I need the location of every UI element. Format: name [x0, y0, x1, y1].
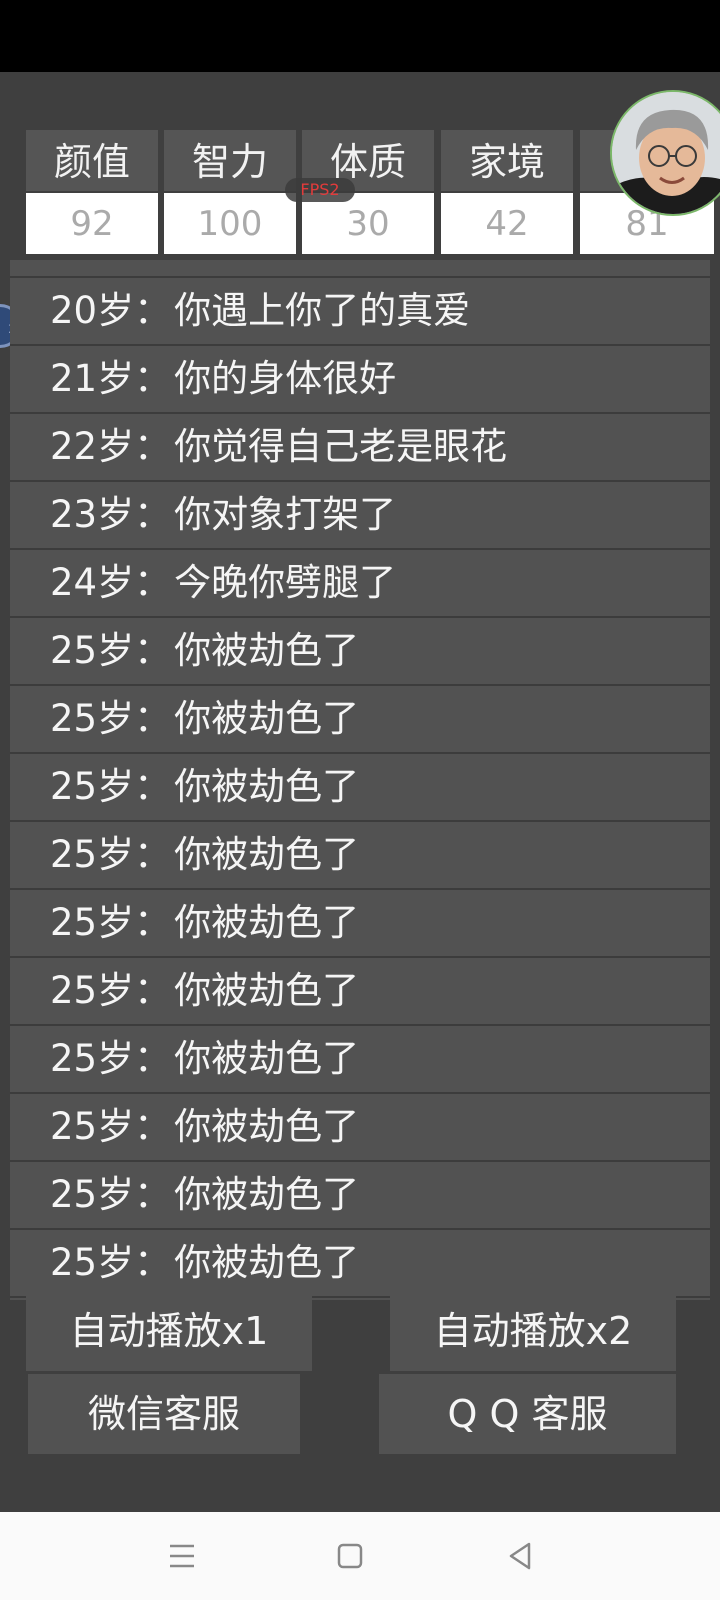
stat-label: 颜值: [26, 130, 158, 191]
log-text: 你被劫色了: [174, 833, 360, 876]
log-row: 20岁：你遇上你了的真爱: [10, 278, 710, 346]
log-text: 你被劫色了: [174, 629, 360, 672]
stat-value: 100: [164, 193, 296, 254]
log-row: 25岁：你被劫色了: [10, 1162, 710, 1230]
log-colon: ：: [134, 425, 172, 468]
log-row: 24岁：今晚你劈腿了: [10, 550, 710, 618]
system-nav-bar: [0, 1512, 720, 1600]
log-age: 25岁: [50, 765, 135, 808]
log-row: 23岁：你对象打架了: [10, 482, 710, 550]
log-row: 25岁：你被劫色了: [10, 822, 710, 890]
log-text: 今晚你劈腿了: [174, 561, 397, 604]
log-row: 25岁：你被劫色了: [10, 890, 710, 958]
log-age: 20岁: [50, 289, 135, 332]
log-text: 你的身体很好: [174, 357, 397, 400]
back-icon[interactable]: [498, 1534, 542, 1578]
avatar-image: [612, 92, 720, 214]
log-text: 你被劫色了: [174, 1241, 360, 1284]
log-age: 25岁: [50, 1105, 135, 1148]
log-colon: ：: [134, 357, 172, 400]
log-age: 25岁: [50, 1037, 135, 1080]
stat-appearance: 颜值 92: [26, 130, 158, 254]
autoplay-x2-button[interactable]: 自动播放x2: [390, 1291, 676, 1371]
qq-support-button[interactable]: Q Q 客服: [379, 1374, 676, 1454]
log-age: 25岁: [50, 697, 135, 740]
log-colon: ：: [134, 697, 172, 740]
log-text: 你被劫色了: [174, 1105, 360, 1148]
log-row: 25岁：你被劫色了: [10, 958, 710, 1026]
log-row: 22岁：你觉得自己老是眼花: [10, 414, 710, 482]
log-colon: ：: [134, 289, 172, 332]
log-text: 你觉得自己老是眼花: [174, 425, 508, 468]
log-colon: ：: [134, 629, 172, 672]
log-colon: ：: [134, 1173, 172, 1216]
log-colon: ：: [134, 1241, 172, 1284]
stat-intelligence: 智力 100: [164, 130, 296, 254]
log-row: 25岁：你被劫色了: [10, 618, 710, 686]
menu-icon[interactable]: [160, 1534, 204, 1578]
wechat-support-button[interactable]: 微信客服: [28, 1374, 300, 1454]
stat-value: 30: [302, 193, 434, 254]
home-icon[interactable]: [328, 1534, 372, 1578]
stat-value: 42: [441, 193, 573, 254]
log-age: 22岁: [50, 425, 135, 468]
log-text: 你对象打架了: [174, 493, 397, 536]
log-colon: ：: [134, 561, 172, 604]
stat-value: 92: [26, 193, 158, 254]
log-row: 25岁：你被劫色了: [10, 686, 710, 754]
log-text: 你被劫色了: [174, 969, 360, 1012]
log-text: 你被劫色了: [174, 901, 360, 944]
log-colon: ：: [134, 1105, 172, 1148]
log-age: 25岁: [50, 901, 135, 944]
log-age: 21岁: [50, 357, 135, 400]
stat-family: 家境 42: [441, 130, 573, 254]
log-row: 25岁：你被劫色了: [10, 754, 710, 822]
log-row: 25岁：你被劫色了: [10, 1230, 710, 1298]
log-age: 25岁: [50, 629, 135, 672]
stat-label: 智力: [164, 130, 296, 191]
log-text: 你被劫色了: [174, 1173, 360, 1216]
log-list: 20岁：你遇上你了的真爱 21岁：你的身体很好 22岁：你觉得自己老是眼花 23岁：你…: [10, 278, 710, 1298]
game-screen: 颜值 92 智力 100 体质 30 家境 42 81 FPS2 20岁：你遇上…: [0, 72, 720, 1512]
autoplay-x1-button[interactable]: 自动播放x1: [26, 1291, 312, 1371]
log-colon: ：: [134, 493, 172, 536]
log-row: 25岁：你被劫色了: [10, 1026, 710, 1094]
log-colon: ：: [134, 833, 172, 876]
log-age: 24岁: [50, 561, 135, 604]
log-row-partial: [10, 260, 710, 278]
log-row: 25岁：你被劫色了: [10, 1094, 710, 1162]
log-colon: ：: [134, 1037, 172, 1080]
log-colon: ：: [134, 901, 172, 944]
log-age: 25岁: [50, 969, 135, 1012]
log-age: 25岁: [50, 833, 135, 876]
status-bar: [0, 0, 720, 72]
log-text: 你被劫色了: [174, 697, 360, 740]
log-colon: ：: [134, 765, 172, 808]
log-text: 你遇上你了的真爱: [174, 289, 471, 332]
log-age: 25岁: [50, 1173, 135, 1216]
app-root: 颜值 92 智力 100 体质 30 家境 42 81 FPS2 20岁：你遇上…: [0, 0, 720, 1600]
fps-badge: FPS2: [285, 178, 355, 202]
log-colon: ：: [134, 969, 172, 1012]
stat-label: 家境: [441, 130, 573, 191]
life-event-log[interactable]: 20岁：你遇上你了的真爱 21岁：你的身体很好 22岁：你觉得自己老是眼花 23岁：你…: [10, 260, 710, 1300]
log-text: 你被劫色了: [174, 765, 360, 808]
log-age: 23岁: [50, 493, 135, 536]
log-text: 你被劫色了: [174, 1037, 360, 1080]
log-age: 25岁: [50, 1241, 135, 1284]
log-row: 21岁：你的身体很好: [10, 346, 710, 414]
